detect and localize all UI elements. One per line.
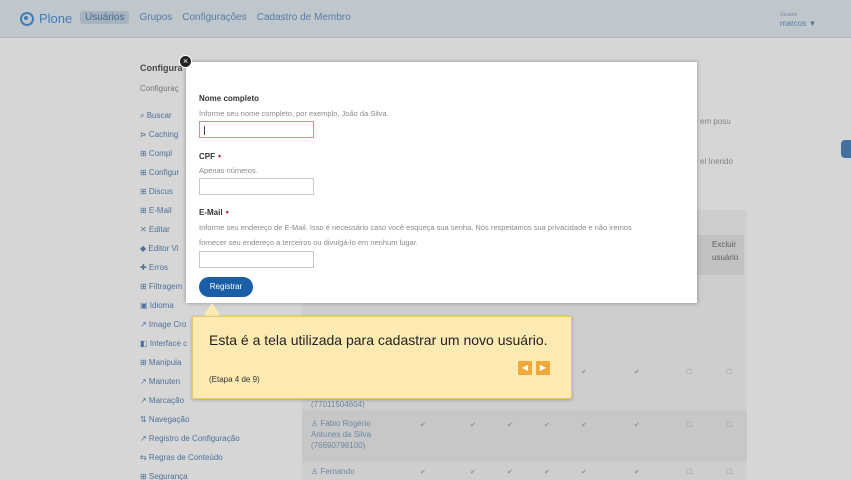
label-text: Nome completo — [199, 94, 260, 103]
help-cpf: Apenas números. — [199, 166, 258, 175]
label-nome-completo: Nome completo — [199, 94, 259, 103]
label-text: E-Mail — [199, 208, 223, 217]
tour-message: Esta é a tela utilizada para cadastrar u… — [209, 332, 548, 348]
tour-tooltip — [192, 316, 572, 399]
label-text: CPF — [199, 152, 215, 161]
email-input[interactable] — [199, 251, 314, 268]
label-email: E-Mail • — [199, 207, 229, 217]
tour-prev-button[interactable]: ◀ — [518, 361, 532, 375]
registrar-button[interactable]: Registrar — [199, 277, 253, 297]
label-cpf: CPF • — [199, 151, 221, 161]
required-mark: • — [218, 151, 222, 161]
help-nome-completo: Informe seu nome completo, por exemplo, … — [199, 109, 389, 118]
tour-step-counter: (Etapa 4 de 9) — [209, 375, 260, 384]
nome-completo-input[interactable] — [199, 121, 314, 138]
tour-pointer — [203, 303, 221, 317]
required-mark: • — [225, 207, 229, 217]
text-caret — [204, 126, 205, 135]
close-icon[interactable]: × — [179, 55, 192, 68]
tour-next-button[interactable]: ▶ — [536, 361, 550, 375]
help-email: Informe seu endereço de E-Mail. Isso é n… — [199, 223, 632, 247]
cpf-input[interactable] — [199, 178, 314, 195]
